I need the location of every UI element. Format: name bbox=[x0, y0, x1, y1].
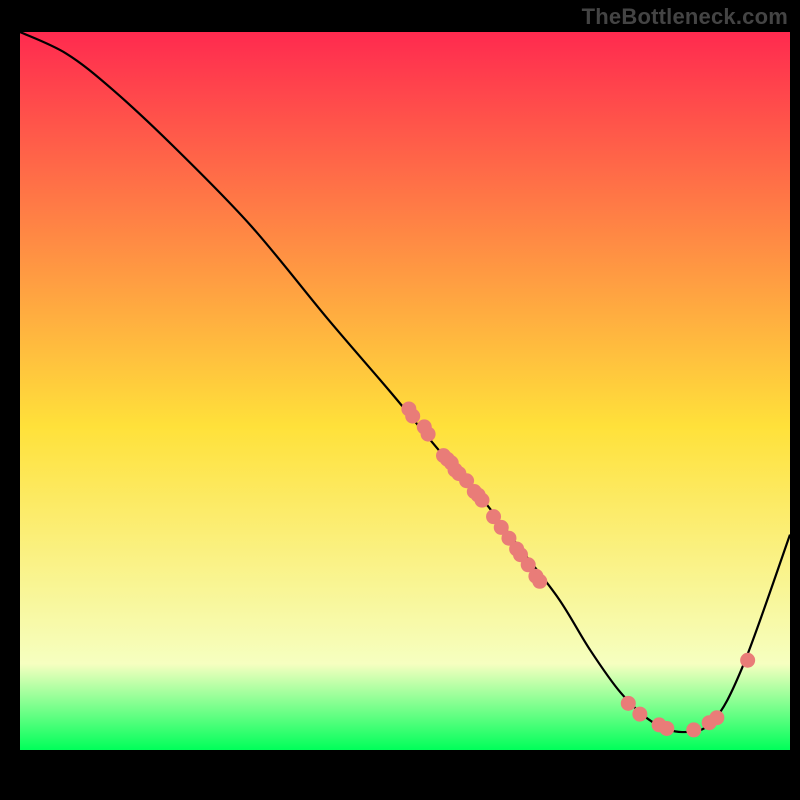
data-point bbox=[632, 707, 647, 722]
data-point bbox=[621, 696, 636, 711]
data-point bbox=[740, 653, 755, 668]
frame-right bbox=[790, 0, 800, 800]
frame-top bbox=[0, 0, 800, 32]
data-point bbox=[405, 409, 420, 424]
plot-background bbox=[20, 32, 790, 750]
data-point bbox=[421, 427, 436, 442]
data-point bbox=[475, 493, 490, 508]
bottleneck-chart bbox=[0, 0, 800, 800]
frame-bottom bbox=[0, 750, 800, 800]
data-point bbox=[686, 722, 701, 737]
data-point bbox=[709, 710, 724, 725]
chart-stage: TheBottleneck.com bbox=[0, 0, 800, 800]
data-point bbox=[659, 721, 674, 736]
data-point bbox=[532, 574, 547, 589]
frame-left bbox=[0, 0, 20, 800]
